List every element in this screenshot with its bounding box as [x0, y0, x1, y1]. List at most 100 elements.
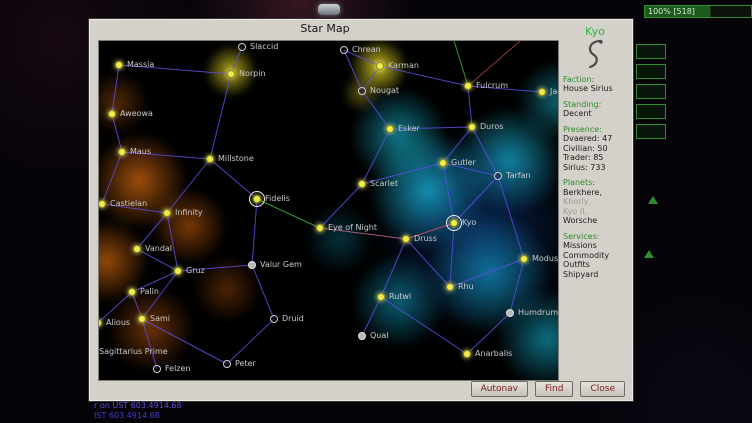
- system-label-gutler: Gutler: [451, 158, 476, 167]
- system-gruz[interactable]: Gruz: [174, 267, 182, 275]
- hyperlane-sami-felzen: [142, 319, 157, 369]
- system-label-jac: Jac: [550, 87, 559, 96]
- hyperlane-rutwl-anarbalis: [381, 297, 467, 354]
- hyperlane-tarfan-modus-man: [498, 176, 524, 259]
- system-label-rutwl: Rutwl: [389, 292, 411, 301]
- faction-emblem-icon: [581, 39, 609, 69]
- system-nougat[interactable]: Nougat: [358, 87, 366, 95]
- standing-value: Decent: [563, 109, 627, 119]
- star-map-canvas[interactable]: Massia Slaccid Norpin Chrean Karman Nougat Ful…: [98, 40, 559, 381]
- system-label-nougat: Nougat: [370, 86, 399, 95]
- selected-system-name: Kyo: [563, 27, 627, 37]
- hyperlane-fidelis-eye-of-night: [257, 199, 320, 228]
- hud-clock-line1: r on UST 603.4914.68: [94, 401, 182, 411]
- hyperlane-fulcrum--t2: [468, 41, 527, 86]
- system-palin[interactable]: Palin: [128, 288, 136, 296]
- system-label-slaccid: Slaccid: [250, 42, 278, 51]
- system-label-millstone: Millstone: [218, 154, 254, 163]
- system-label-kyo: Kyo: [462, 218, 476, 227]
- system-qual[interactable]: Qual: [358, 332, 366, 340]
- system-jac[interactable]: Jac: [538, 88, 546, 96]
- system-duros[interactable]: Duros: [468, 123, 476, 131]
- system-label-massia: Massia: [127, 60, 154, 69]
- presence-item: Civilian: 50: [563, 144, 627, 154]
- hyperlane-fulcrum-duros: [468, 86, 472, 127]
- system-chrean[interactable]: Chrean: [340, 46, 348, 54]
- hyperlane-valur-gem-fidelis: [252, 199, 257, 265]
- system-rhu[interactable]: Rhu: [446, 283, 454, 291]
- system-label-qual: Qual: [370, 331, 389, 340]
- system-label-humdrum: Humdrum: [518, 308, 558, 317]
- system-millstone[interactable]: Millstone: [206, 155, 214, 163]
- system-druid[interactable]: Druid: [270, 315, 278, 323]
- system-info-panel: Kyo Faction: House Sirius Standing: Dece…: [563, 27, 627, 377]
- system-label-norpin: Norpin: [239, 69, 266, 78]
- system-label-rhu: Rhu: [458, 282, 474, 291]
- system-gutler[interactable]: Gutler: [439, 159, 447, 167]
- hyperlane-esker-nougat: [362, 91, 390, 129]
- hud-panel-box: [636, 124, 666, 139]
- system-scarlet[interactable]: Scarlet: [358, 180, 366, 188]
- system-label-esker: Esker: [398, 124, 420, 133]
- service-item: Missions: [563, 241, 627, 251]
- system-druss[interactable]: Druss: [402, 235, 410, 243]
- system-sami[interactable]: Sami: [138, 315, 146, 323]
- planets-list: Berkhere,Khorly,Kyo II,Worsche: [563, 188, 627, 226]
- dialog-title: Star Map: [89, 22, 561, 35]
- find-button[interactable]: Find: [535, 381, 573, 397]
- hyperlane-druss-rhu: [406, 239, 450, 287]
- system-infinity[interactable]: Infinity: [163, 209, 171, 217]
- system-peter[interactable]: Peter: [223, 360, 231, 368]
- hud-panel-box: [636, 64, 666, 79]
- system-label-anarbalis: Anarbalis: [475, 349, 512, 358]
- hud-panel-box: [636, 44, 666, 59]
- planet-item: Worsche: [563, 216, 627, 226]
- planet-item: Berkhere,: [563, 188, 627, 198]
- hud-panel-box: [636, 84, 666, 99]
- system-eye-of-night[interactable]: Eye of Night: [316, 224, 324, 232]
- autonav-button[interactable]: Autonav: [471, 381, 528, 397]
- hud-panel-box: [636, 104, 666, 119]
- system-massia[interactable]: Massia: [115, 61, 123, 69]
- system-anarbalis[interactable]: Anarbalis: [463, 350, 471, 358]
- system-felzen[interactable]: Felzen: [153, 365, 161, 373]
- system-label-scarlet: Scarlet: [370, 179, 398, 188]
- system-kyo[interactable]: Kyo: [450, 219, 458, 227]
- system-slaccid[interactable]: Slaccid: [238, 43, 246, 51]
- service-item: Outfits: [563, 260, 627, 270]
- standing-label: Standing:: [563, 100, 627, 110]
- system-castielan[interactable]: Castielan: [98, 200, 106, 208]
- system-vandal[interactable]: Vandal: [133, 245, 141, 253]
- hyperlane-aweowa-maus: [112, 114, 122, 152]
- system-label-palin: Palin: [140, 287, 159, 296]
- system-esker[interactable]: Esker: [386, 125, 394, 133]
- system-label-aweowa: Aweowa: [120, 109, 153, 118]
- system-label-sagittarius-prime: Sagittarius Prime: [99, 347, 168, 356]
- system-valur-gem[interactable]: Valur Gem: [248, 261, 256, 269]
- system-norpin[interactable]: Norpin: [227, 70, 235, 78]
- hyperlane-infinity-gruz: [167, 213, 178, 271]
- system-maus[interactable]: Maus: [118, 148, 126, 156]
- system-fulcrum[interactable]: Fulcrum: [464, 82, 472, 90]
- hud-clock: r on UST 603.4914.68 IST 603.4914.68: [94, 401, 182, 421]
- system-rutwl[interactable]: Rutwl: [377, 293, 385, 301]
- system-label-fulcrum: Fulcrum: [476, 81, 508, 90]
- dialog-button-row: Autonav Find Close: [471, 381, 625, 397]
- system-modus-man[interactable]: Modus Man: [520, 255, 528, 263]
- system-tarfan[interactable]: Tarfan: [494, 172, 502, 180]
- hyperlane-sami-peter: [142, 319, 227, 364]
- hyperlane-humdrum-anarbalis: [467, 313, 510, 354]
- system-karman[interactable]: Karman: [376, 62, 384, 70]
- star-map-dialog: Star Map Massia Slaccid Norpin Chrean Karman…: [88, 18, 634, 402]
- system-label-sami: Sami: [150, 314, 170, 323]
- system-aweowa[interactable]: Aweowa: [108, 110, 116, 118]
- system-humdrum[interactable]: Humdrum: [506, 309, 514, 317]
- system-fidelis[interactable]: Fidelis: [253, 195, 261, 203]
- presence-list: Dvaered: 47Civilian: 50Trader: 85Sirius:…: [563, 134, 627, 172]
- system-label-peter: Peter: [235, 359, 256, 368]
- hyperlane-scarlet-esker: [362, 129, 390, 184]
- hyperlane-humdrum-modus-man: [510, 259, 524, 313]
- planets-label: Planets:: [563, 178, 627, 188]
- close-button[interactable]: Close: [580, 381, 625, 397]
- selection-ring-icon: [446, 215, 462, 231]
